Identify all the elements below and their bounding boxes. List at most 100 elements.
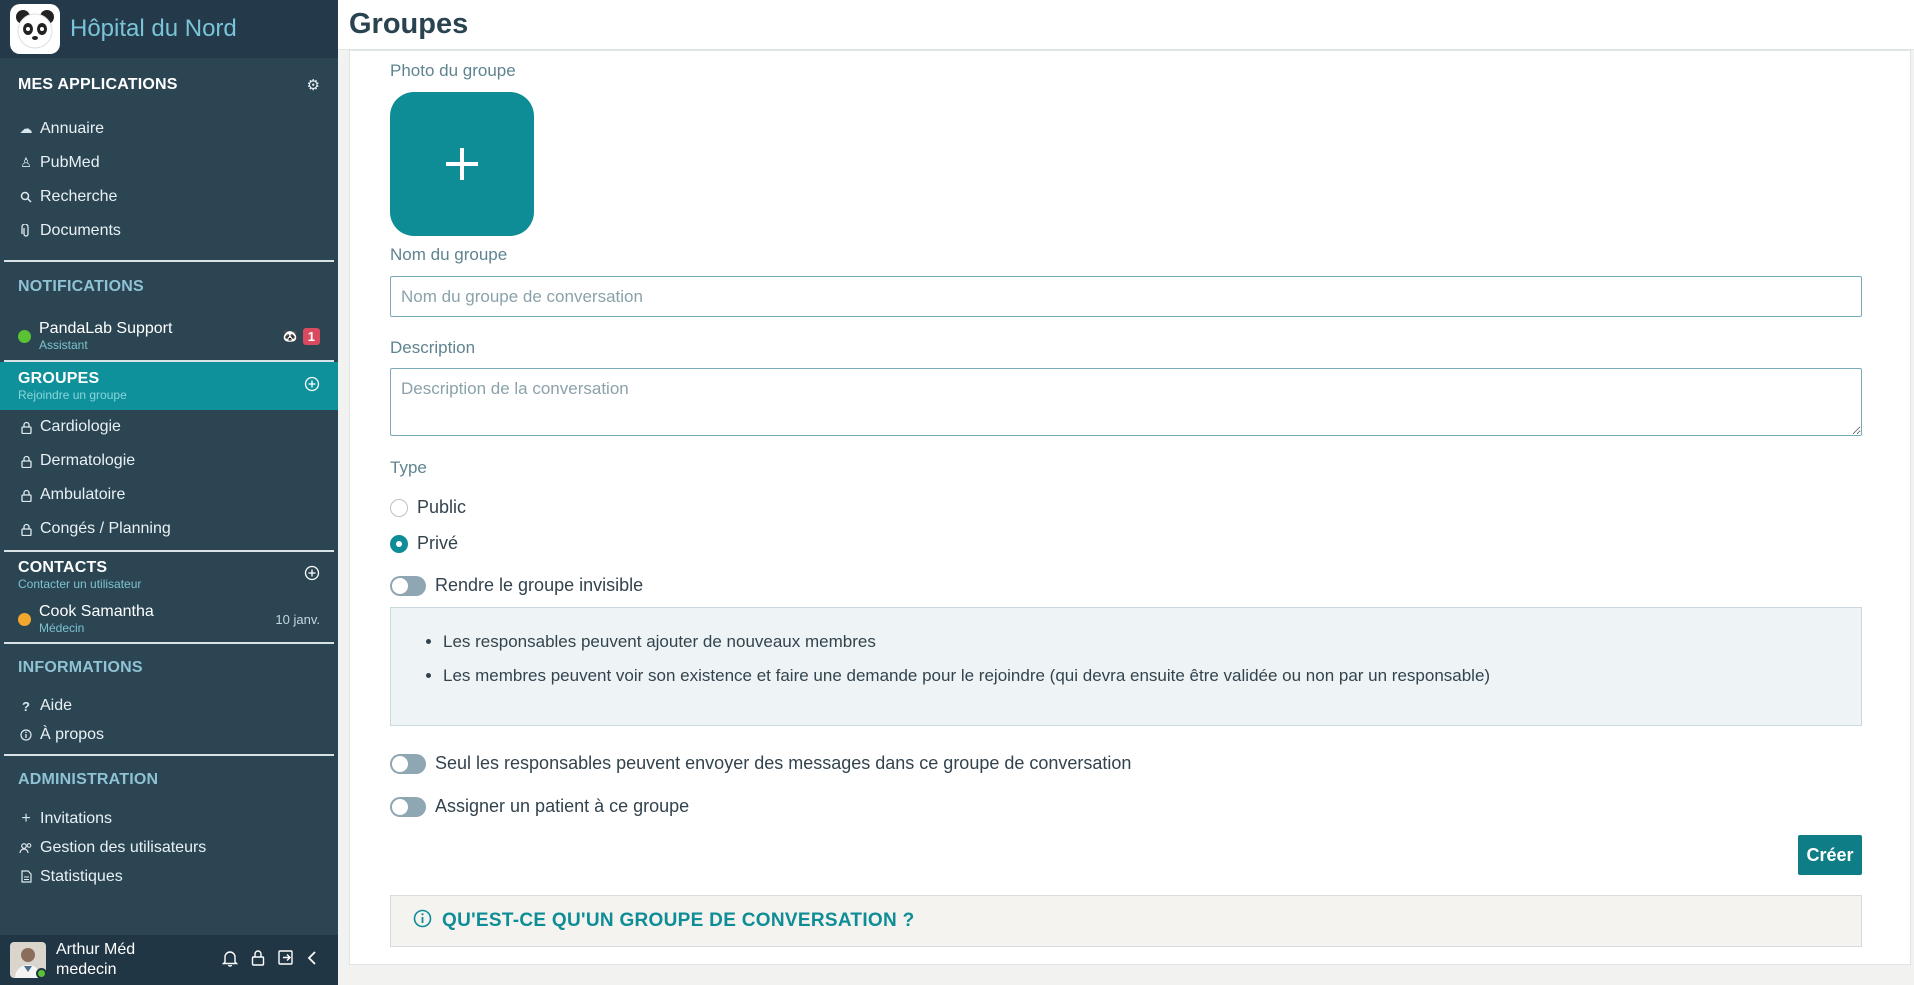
sidebar-item-label: Gestion des utilisateurs bbox=[40, 838, 207, 856]
sidebar-item-documents[interactable]: Documents bbox=[0, 214, 338, 248]
informations-section-title: INFORMATIONS bbox=[18, 659, 143, 676]
sidebar-item-label: Invitations bbox=[40, 809, 113, 827]
sidebar-item-pubmed[interactable]: ♙ PubMed bbox=[0, 146, 338, 180]
create-group-panel bbox=[349, 50, 1911, 965]
contact-date: 10 janv. bbox=[275, 611, 320, 627]
administration-section-header: ADMINISTRATION bbox=[0, 756, 338, 804]
radio-circle[interactable] bbox=[390, 498, 408, 517]
sidebar-item-recherche[interactable]: Recherche bbox=[0, 180, 338, 214]
group-name-input[interactable] bbox=[390, 276, 1862, 317]
sidebar-item-label: PubMed bbox=[40, 154, 100, 171]
description-label: Description bbox=[390, 338, 476, 357]
info-icon bbox=[18, 729, 34, 741]
gear-icon[interactable]: ⚙ bbox=[307, 76, 320, 94]
paperclip-icon bbox=[18, 224, 34, 238]
type-label: Type bbox=[390, 458, 427, 477]
sidebar-item-label: Dermatologie bbox=[40, 452, 136, 469]
status-dot bbox=[18, 329, 31, 343]
groupes-section-title: GROUPES bbox=[18, 370, 100, 387]
plus-icon bbox=[446, 148, 478, 180]
add-photo-button[interactable] bbox=[390, 92, 534, 236]
logout-icon[interactable] bbox=[277, 949, 294, 971]
chevron-left-icon[interactable] bbox=[306, 950, 318, 971]
sidebar-item-label: Annuaire bbox=[40, 120, 105, 137]
top-bar: Groupes bbox=[338, 0, 1914, 50]
invisible-toggle-row[interactable]: Rendre le groupe invisible bbox=[390, 575, 643, 596]
sidebar-item-label: Statistiques bbox=[40, 867, 123, 885]
radio-label: Privé bbox=[417, 533, 459, 553]
groupes-section-header[interactable]: GROUPES Rejoindre un groupe bbox=[0, 362, 338, 410]
lock-icon bbox=[18, 455, 34, 468]
hospital-name: Hôpital du Nord bbox=[70, 15, 237, 42]
faq-title: QU'EST-CE QU'UN GROUPE DE CONVERSATION ? bbox=[442, 910, 915, 931]
plus-icon: + bbox=[21, 809, 31, 827]
toggle-label: Seul les responsables peuvent envoyer de… bbox=[435, 753, 1132, 773]
radio-prive[interactable]: Privé bbox=[390, 533, 458, 554]
sidebar-item-cardiologie[interactable]: Cardiologie bbox=[0, 410, 338, 444]
contact-item[interactable]: Cook Samantha Médecin 10 janv. bbox=[0, 598, 338, 640]
apps-section-header: MES APPLICATIONS ⚙ bbox=[0, 58, 338, 112]
sidebar-item-invitations[interactable]: + Invitations bbox=[0, 804, 338, 833]
lock-icon bbox=[18, 489, 34, 502]
sidebar: Hôpital du Nord MES APPLICATIONS ⚙ ☁ Ann… bbox=[0, 0, 338, 985]
notification-item[interactable]: PandaLab Support Assistant 🐼 1 bbox=[0, 312, 338, 360]
radio-public[interactable]: Public bbox=[390, 497, 466, 518]
contacts-section-title: CONTACTS bbox=[18, 559, 108, 576]
panda-logo-icon bbox=[10, 4, 60, 54]
sidebar-item-a-propos[interactable]: À propos bbox=[0, 720, 338, 750]
assign-patient-toggle-row[interactable]: Assigner un patient à ce groupe bbox=[390, 796, 689, 817]
brand-header[interactable]: Hôpital du Nord bbox=[0, 0, 338, 58]
sidebar-item-statistiques[interactable]: Statistiques bbox=[0, 862, 338, 891]
bell-icon[interactable] bbox=[221, 949, 239, 972]
sidebar-item-label: Congés / Planning bbox=[40, 520, 171, 537]
create-button[interactable]: Créer bbox=[1798, 835, 1862, 875]
only-admins-toggle-row[interactable]: Seul les responsables peuvent envoyer de… bbox=[390, 753, 1131, 774]
user-role: medecin bbox=[56, 961, 117, 978]
document-icon bbox=[18, 870, 34, 883]
group-name-label: Nom du groupe bbox=[390, 245, 508, 264]
contact-role: Médecin bbox=[39, 621, 85, 635]
user-name: Arthur Méd bbox=[56, 941, 136, 958]
add-circle-icon[interactable] bbox=[304, 565, 320, 586]
contacts-section-header: CONTACTS Contacter un utilisateur bbox=[0, 552, 338, 598]
sidebar-item-gestion-utilisateurs[interactable]: Gestion des utilisateurs bbox=[0, 833, 338, 862]
invisible-toggle[interactable] bbox=[390, 575, 426, 596]
search-icon bbox=[18, 191, 34, 203]
sidebar-item-dermatologie[interactable]: Dermatologie bbox=[0, 444, 338, 478]
info-bullet: Les membres peuvent voir son existence e… bbox=[443, 666, 1861, 686]
sidebar-item-label: Aide bbox=[40, 697, 73, 714]
avatar[interactable] bbox=[10, 942, 47, 979]
faq-accordion[interactable]: QU'EST-CE QU'UN GROUPE DE CONVERSATION ? bbox=[390, 895, 1862, 947]
question-icon: ? bbox=[22, 698, 30, 714]
sidebar-item-aide[interactable]: ? Aide bbox=[0, 692, 338, 720]
sidebar-item-ambulatoire[interactable]: Ambulatoire bbox=[0, 478, 338, 512]
toggle-label: Rendre le groupe invisible bbox=[435, 575, 644, 595]
apps-section-title: MES APPLICATIONS bbox=[18, 76, 178, 93]
radio-circle-checked[interactable] bbox=[390, 534, 408, 553]
online-status-dot bbox=[36, 968, 47, 979]
join-group-link[interactable]: Rejoindre un groupe bbox=[18, 388, 127, 402]
status-dot bbox=[18, 612, 31, 626]
users-icon bbox=[18, 842, 34, 854]
lock-icon bbox=[18, 523, 34, 536]
add-circle-icon[interactable] bbox=[304, 376, 320, 397]
lock-icon[interactable] bbox=[251, 949, 265, 971]
notifications-section-header: NOTIFICATIONS bbox=[0, 262, 338, 312]
photo-label: Photo du groupe bbox=[390, 61, 516, 80]
toggle-label: Assigner un patient à ce groupe bbox=[435, 796, 690, 816]
unread-badge: 1 bbox=[302, 327, 320, 345]
description-textarea[interactable] bbox=[390, 368, 1862, 436]
only-admins-toggle[interactable] bbox=[390, 753, 426, 774]
contact-name: Cook Samantha bbox=[39, 603, 154, 620]
sidebar-item-label: Ambulatoire bbox=[40, 486, 126, 503]
lock-icon bbox=[18, 421, 34, 434]
notification-sender: PandaLab Support bbox=[39, 320, 173, 337]
person-icon: ♙ bbox=[20, 155, 32, 170]
sidebar-item-annuaire[interactable]: ☁ Annuaire bbox=[0, 112, 338, 146]
notification-role: Assistant bbox=[39, 338, 88, 352]
informations-section-header: INFORMATIONS bbox=[0, 644, 338, 692]
contact-user-link[interactable]: Contacter un utilisateur bbox=[18, 577, 141, 591]
info-icon bbox=[413, 909, 432, 933]
sidebar-item-conges-planning[interactable]: Congés / Planning bbox=[0, 512, 338, 546]
assign-patient-toggle[interactable] bbox=[390, 796, 426, 817]
